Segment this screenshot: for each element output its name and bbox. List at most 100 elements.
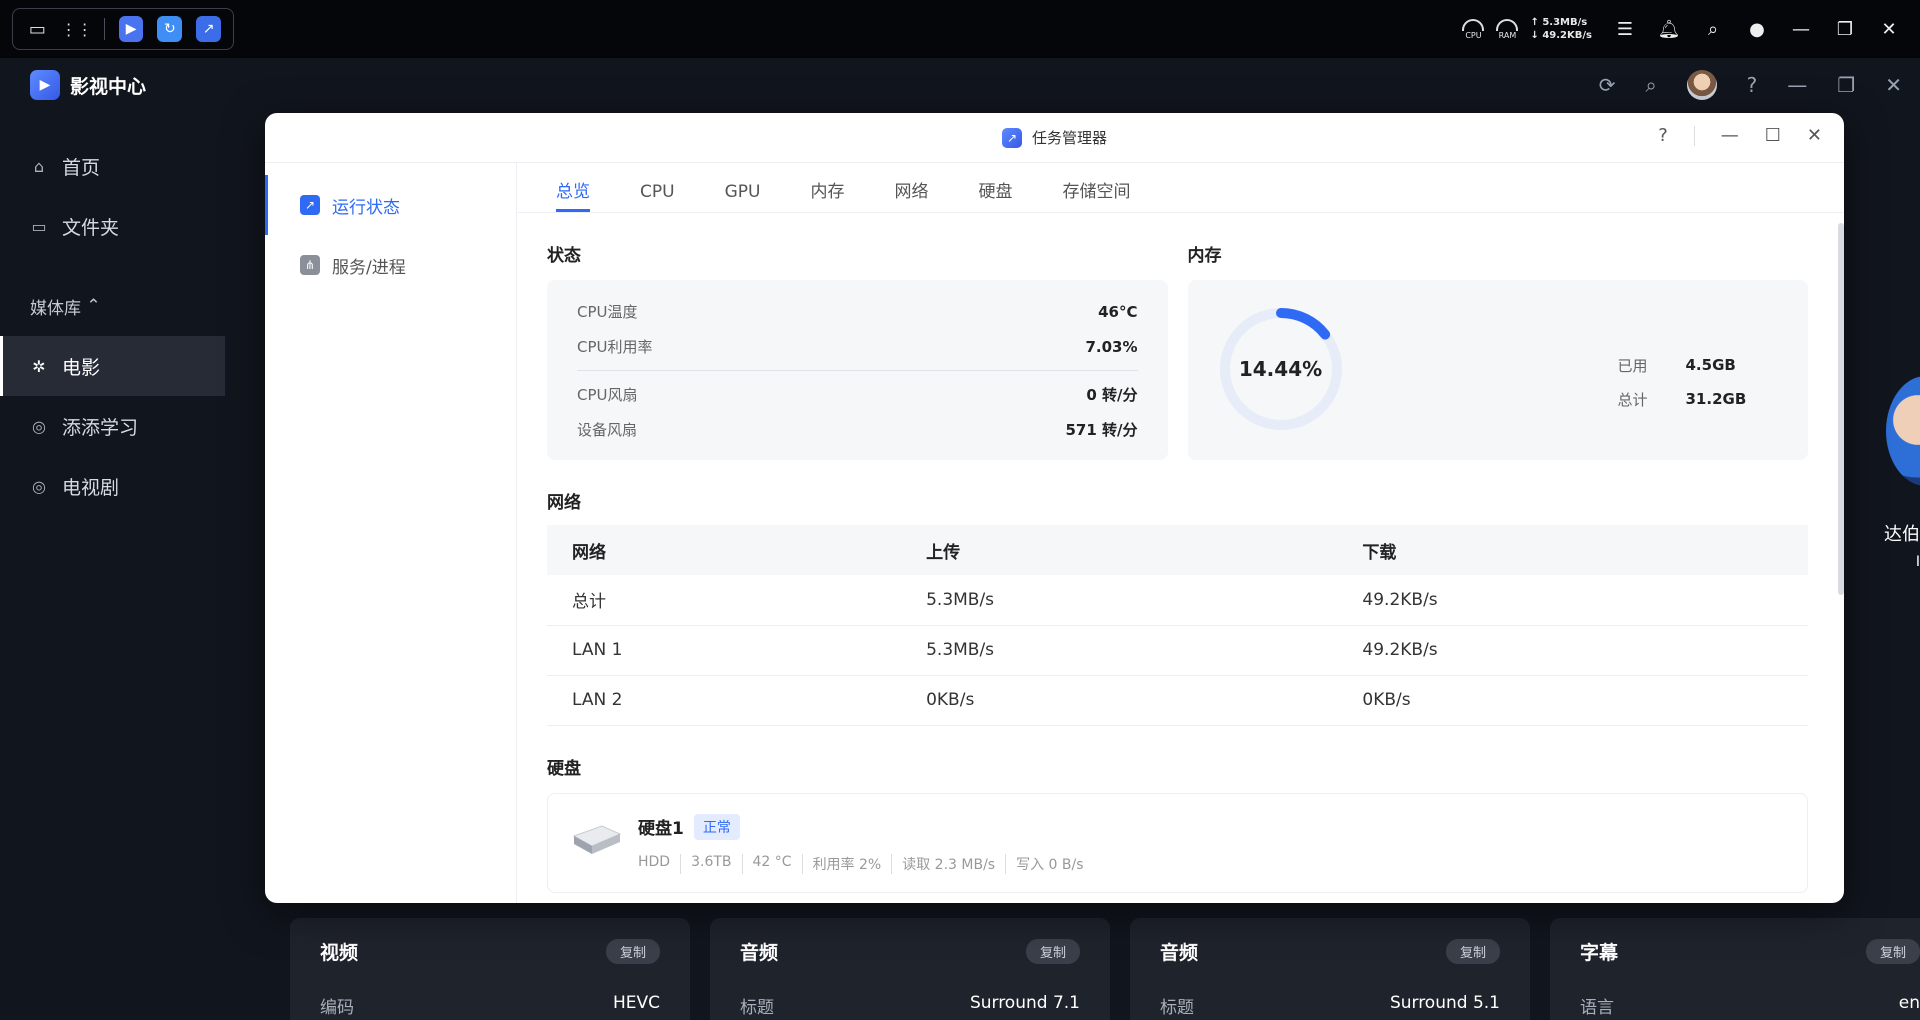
card-value: HEVC [612,993,660,1013]
table-row: 总计 5.3MB/s 49.2KB/s [547,575,1808,626]
video-center-header: ▶ 影视中心 ⟳ ⌕ ? — ❐ ✕ [0,58,1920,114]
nav-item-status[interactable]: ↗ 运行状态 [265,175,516,235]
status-row-device-fan: 设备风扇 571 转/分 [577,412,1138,447]
disk-name-row: 硬盘1 正常 [638,813,740,840]
copy-button[interactable]: 复制 [1025,939,1080,964]
close-icon[interactable]: ✕ [1807,125,1822,146]
memory-section: 内存 14.44% 已用 4.5GB 总计 31.2GB [1187,213,1808,460]
sidebar-item-folder[interactable]: ▭ 文件夹 [0,196,225,256]
table-cell: 49.2KB/s [1337,625,1808,676]
cpu-gauge[interactable]: CPU [1462,18,1485,40]
disk-type: HDD [638,853,671,870]
video-center-title: 影视中心 [70,76,147,98]
maximize-icon[interactable]: ☐ [1765,125,1781,146]
system-tray: CPU RAM ↑ 5.3MB/s ↓ 49.2KB/s ☰ 🔔︎ ⌕ ● — … [1462,0,1900,58]
tab-storage[interactable]: 存储空间 [1062,177,1130,212]
nav-item-label: 服务/进程 [332,257,406,278]
sidebar-item-label: 电视剧 [62,476,120,499]
help-icon[interactable]: ? [1747,73,1758,97]
memory-used-label: 已用 [1617,356,1648,375]
disk-name: 硬盘1 [638,819,684,839]
status-label: CPU温度 [577,303,638,321]
copy-button[interactable]: 复制 [1865,939,1920,964]
search-icon[interactable]: ⌕ [1702,18,1724,40]
download-speed-value: 49.2KB/s [1542,30,1592,41]
minimize-icon[interactable]: — [1721,125,1739,146]
chevron-up-icon: ⌃ [86,296,101,316]
video-center-toolbar: ⟳ ⌕ ? — ❐ ✕ [1599,70,1902,100]
video-center-logo-icon: ▶ [30,70,60,100]
bell-icon[interactable]: 🔔︎ [1658,18,1681,40]
sidebar-item-home[interactable]: ⌂ 首页 [0,136,225,196]
disk-read: 读取 2.3 MB/s [891,853,995,874]
sidebar-item-study[interactable]: ◎ 添添学习 [0,396,225,456]
status-label: CPU利用率 [577,338,653,356]
table-cell: 0KB/s [1337,675,1808,726]
sidebar-item-label: 电影 [62,356,101,379]
app-restore-icon[interactable]: ❐ [1837,73,1855,97]
nav-item-label: 运行状态 [332,197,400,218]
hierarchy-icon: ⋔ [300,255,320,275]
network-table-header: 网络 上传 下载 [547,525,1808,575]
status-value: 7.03% [1085,337,1138,356]
table-cell: 5.3MB/s [901,625,1338,676]
app-close-icon[interactable]: ✕ [1885,73,1902,97]
disk-meta: HDD 3.6TB 42 °C 利用率 2% 读取 2.3 MB/s 写入 0 … [638,853,1084,874]
library-icon: ◎ [32,476,46,496]
app-search-icon[interactable]: ⌕ [1645,73,1656,97]
app-dock: ▭ ⋮⋮ ▶ ↻ ↗ [12,8,234,50]
media-library-label: 媒体库 [30,298,81,319]
column-header: 上传 [901,525,1338,575]
sync-icon[interactable]: ↻ [157,16,183,42]
copy-button[interactable]: 复制 [605,939,660,964]
refresh-icon[interactable]: ⟳ [1599,73,1616,97]
tab-gpu[interactable]: GPU [725,182,761,212]
card-title: 音频 [740,942,779,964]
apps-grid-icon[interactable]: ⋮⋮ [61,16,93,42]
ram-gauge[interactable]: RAM [1496,18,1519,40]
help-icon[interactable]: ? [1658,125,1668,146]
sidebar-item-label: 文件夹 [62,216,120,239]
minimize-icon[interactable]: — [1790,18,1812,40]
media-library-group[interactable]: 媒体库 ⌃ [0,276,225,336]
tab-overview[interactable]: 总览 [556,177,590,212]
card-key: 标题 [740,998,774,1018]
restore-icon[interactable]: ❐ [1834,18,1856,40]
desktop-icon[interactable]: ▭ [25,16,50,42]
media-card-audio-2: 音频 复制 标题 Surround 5.1 [1130,918,1530,1020]
server-icon[interactable]: ☰ [1614,18,1636,40]
close-icon[interactable]: ✕ [1878,18,1900,40]
task-manager-icon[interactable]: ↗ [196,16,222,42]
library-icon: ◎ [32,416,46,436]
nav-item-services[interactable]: ⋔ 服务/进程 [265,235,516,295]
memory-title: 内存 [1187,246,1222,266]
sidebar-item-tv[interactable]: ◎ 电视剧 [0,456,225,516]
network-speed[interactable]: ↑ 5.3MB/s ↓ 49.2KB/s [1530,16,1592,42]
cast-photo[interactable] [1880,376,1920,506]
card-key: 标题 [1160,998,1194,1018]
disk-title: 硬盘 [547,758,581,779]
cpu-gauge-label: CPU [1465,30,1482,40]
column-header: 网络 [547,525,902,575]
network-title: 网络 [547,493,581,513]
video-center-icon[interactable]: ▶ [118,16,144,42]
disk-temp: 42 °C [741,853,792,874]
task-manager-titlebar: ↗ 任务管理器 ? — ☐ ✕ [265,113,1844,163]
upload-speed: ↑ 5.3MB/s [1530,17,1588,28]
status-box: CPU温度 46°C CPU利用率 7.03% CPU风扇 0 转/分 设备风扇 571… [547,280,1168,460]
tab-cpu[interactable]: CPU [640,182,675,212]
tab-network[interactable]: 网络 [894,177,928,212]
avatar[interactable] [1686,70,1717,100]
table-cell: 49.2KB/s [1337,575,1808,626]
memory-used-value: 4.5GB [1685,356,1736,374]
user-icon[interactable]: ● [1746,18,1768,40]
tab-disk[interactable]: 硬盘 [978,177,1012,212]
sidebar-item-movies[interactable]: ✲ 电影 [0,336,225,396]
cast-face [1886,376,1920,486]
table-cell: 总计 [547,575,902,626]
copy-button[interactable]: 复制 [1445,939,1500,964]
tab-memory[interactable]: 内存 [810,177,844,212]
disk-card[interactable]: 硬盘1 正常 HDD 3.6TB 42 °C 利用率 2% 读取 2.3 MB/s… [547,792,1808,893]
overview-panel: 状态 CPU温度 46°C CPU利用率 7.03% CPU风扇 0 转/分 设备风扇… [518,213,1844,903]
app-minimize-icon[interactable]: — [1787,73,1807,97]
